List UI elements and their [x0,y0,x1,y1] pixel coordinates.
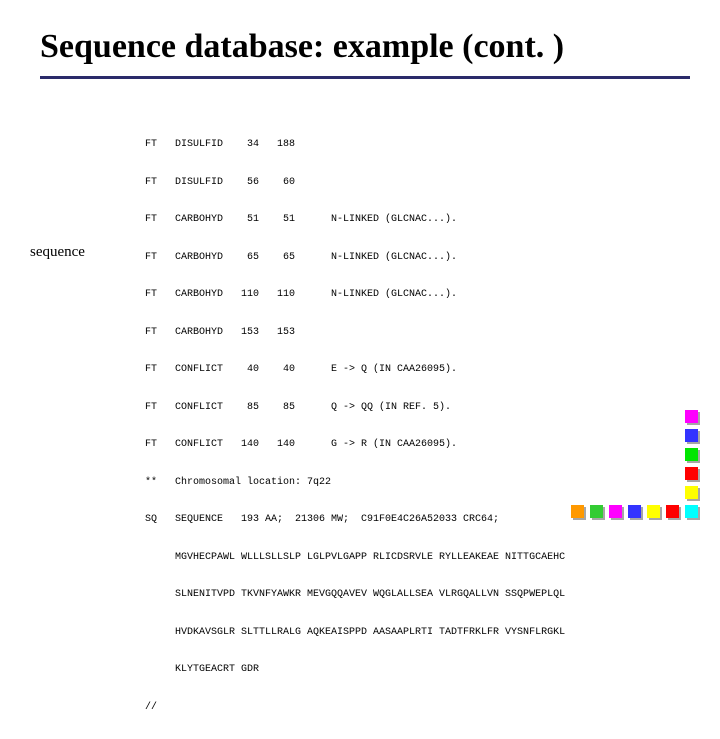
seq-line: KLYTGEACRT GDR [145,664,700,677]
seq-line: HVDKAVSGLR SLTTLLRALG AQKEAISPPD AASAAPL… [145,627,700,640]
page-title: Sequence database: example (cont. ) [0,0,720,76]
color-square [609,505,622,518]
ft-line: FT DISULFID 56 60 [145,177,700,190]
color-square [571,505,584,518]
color-square [685,467,698,480]
seq-line: MGVHECPAWL WLLLSLLSLP LGLPVLGAPP RLICDSR… [145,552,700,565]
color-square [628,505,641,518]
color-square [685,410,698,423]
seq-line: // [145,702,700,715]
ft-line: FT CONFLICT 40 40 E -> Q (IN CAA26095). [145,364,700,377]
color-square [590,505,603,518]
color-square [666,505,679,518]
ft-line: FT DISULFID 34 188 [145,139,700,152]
square-row [571,505,698,518]
color-square [685,448,698,461]
decorative-squares [571,410,698,518]
sequence-label: sequence [30,244,145,261]
square-row [571,410,698,423]
ft-line: FT CARBOHYD 51 51 N-LINKED (GLCNAC...). [145,214,700,227]
color-square [685,429,698,442]
label-column: sequence [30,114,145,739]
square-row [571,467,698,480]
ft-line: FT CARBOHYD 65 65 N-LINKED (GLCNAC...). [145,252,700,265]
square-row [571,429,698,442]
content-area: sequence FT DISULFID 34 188 FT DISULFID … [0,79,720,739]
seq-line: SLNENITVPD TKVNFYAWKR MEVGQQAVEV WQGLALL… [145,589,700,602]
square-row [571,486,698,499]
ft-line: FT CARBOHYD 153 153 [145,327,700,340]
square-row [571,448,698,461]
ft-line: FT CARBOHYD 110 110 N-LINKED (GLCNAC...)… [145,289,700,302]
color-square [685,505,698,518]
color-square [647,505,660,518]
color-square [685,486,698,499]
